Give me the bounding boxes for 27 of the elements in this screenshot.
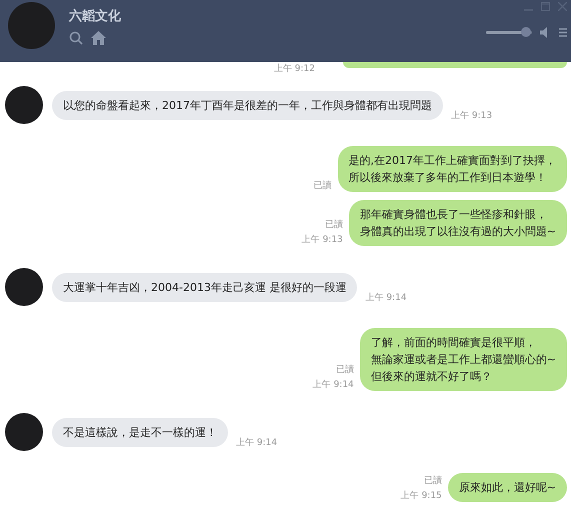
- menu-icon[interactable]: [559, 28, 567, 37]
- message-time: 上午 9:12: [274, 62, 315, 75]
- message-bubble: 是的,在2017年工作上確實面對到了抉擇， 所以後來放棄了多年的工作到日本遊學！: [338, 146, 567, 192]
- chat-title: 六韜文化: [69, 8, 122, 25]
- message-bubble: 原來如此，還好呢~: [448, 473, 567, 502]
- message-time: 上午 9:14: [236, 436, 278, 449]
- message-time: 上午 9:15: [400, 490, 442, 502]
- message-bubble: 那年確實身體也長了一些怪疹和針眼， 身體真的出現了以往沒有過的大小問題~: [348, 200, 567, 246]
- read-receipt: 已讀: [324, 218, 343, 231]
- message-time: 上午 9:14: [365, 292, 407, 304]
- message-bubble: 以您的命盤看起來，2017年丁酉年是很差的一年，工作與身體都有出現問題: [52, 90, 443, 120]
- search-icon[interactable]: [69, 31, 83, 45]
- avatar-photo-placeholder[interactable]: [5, 268, 43, 306]
- home-icon[interactable]: [91, 31, 106, 45]
- message-time: 上午 9:13: [451, 110, 492, 122]
- read-receipt: 已讀: [424, 474, 442, 487]
- message-bubble: 大運掌十年吉凶，2004-2013年走己亥運 是很好的一段運: [52, 272, 358, 302]
- message-bubble: 不是這樣說，是走不一樣的運！: [52, 418, 228, 446]
- read-receipt: 已讀: [314, 180, 332, 192]
- slider-thumb[interactable]: [521, 27, 532, 37]
- profile-photo-placeholder[interactable]: [8, 2, 55, 49]
- read-receipt: 已讀: [336, 364, 354, 376]
- avatar-photo-placeholder[interactable]: [5, 413, 43, 451]
- message-time: 上午 9:14: [312, 378, 354, 391]
- message-time: 上午 9:13: [302, 234, 343, 246]
- message-bubble: 了解，前面的時間確實是很平順， 無論家運或者是工作上都還蠻順心的~ 但後來的運就不好了嗎？: [360, 328, 567, 391]
- avatar-photo-placeholder[interactable]: [5, 86, 43, 124]
